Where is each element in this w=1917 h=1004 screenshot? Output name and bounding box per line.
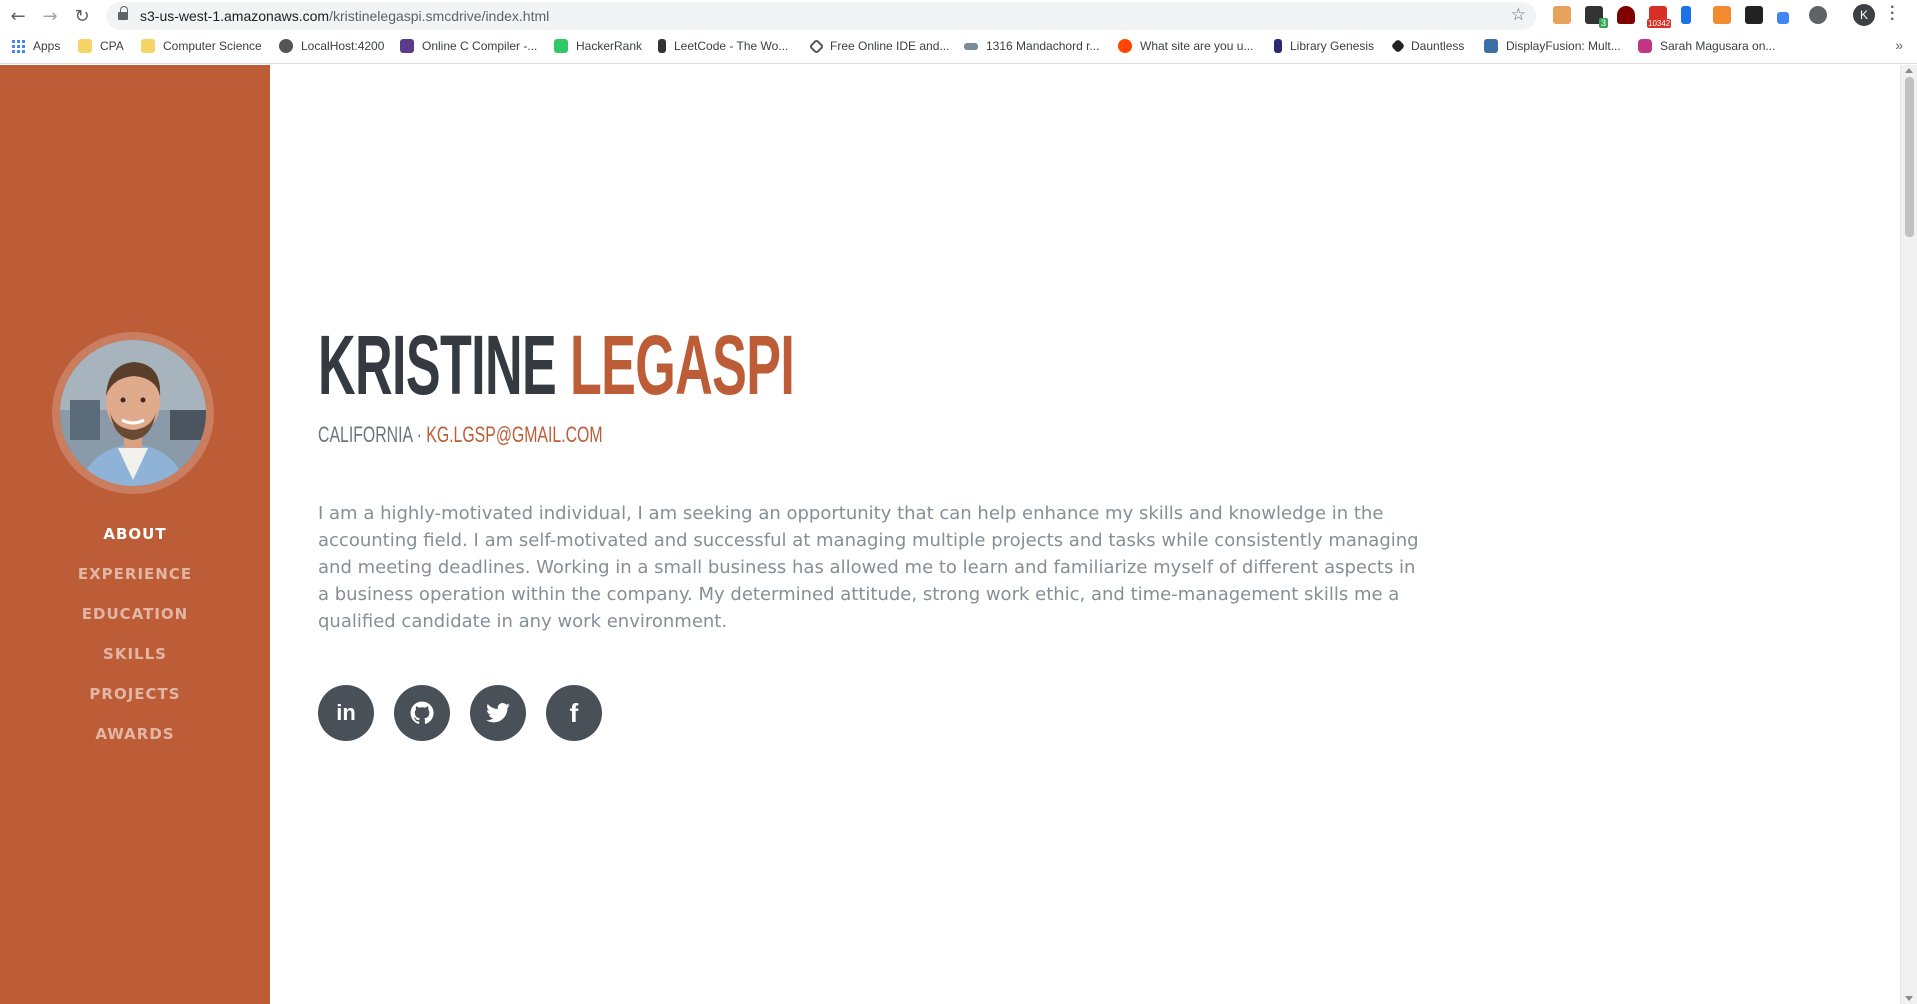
- displayfusion-icon: [1484, 39, 1498, 53]
- bookmark-instagram[interactable]: Sarah Magusara on...: [1638, 39, 1775, 53]
- hackerrank-icon: [554, 39, 568, 53]
- profile-photo: [60, 340, 206, 486]
- bookmark-free-online-ide[interactable]: Free Online IDE and...: [808, 38, 949, 54]
- url-text: s3-us-west-1.amazonaws.com/kristinelegas…: [140, 8, 550, 24]
- extension-icon[interactable]: [1745, 6, 1763, 24]
- linkedin-icon: in: [336, 700, 356, 725]
- profile-photo-image: [60, 340, 206, 486]
- bookmark-leetcode[interactable]: LeetCode - The Wo...: [658, 39, 788, 53]
- extension-icon[interactable]: [1777, 12, 1789, 24]
- extension-icon[interactable]: [1809, 6, 1827, 24]
- scroll-down-icon[interactable]: [1905, 996, 1913, 1001]
- scroll-up-icon[interactable]: [1905, 68, 1913, 73]
- reddit-icon: [1118, 39, 1132, 53]
- contact-line: CALIFORNIA · KG.LGSP@GMAIL.COM: [318, 422, 603, 448]
- email-link[interactable]: KG.LGSP@GMAIL.COM: [426, 422, 602, 447]
- mail-badge: 10342: [1647, 19, 1672, 28]
- page-viewport: ABOUT EXPERIENCE EDUCATION SKILLS PROJEC…: [0, 65, 1917, 1004]
- profile-photo-frame: [52, 332, 214, 494]
- nav-projects[interactable]: PROJECTS: [0, 674, 270, 714]
- separator: ·: [412, 422, 427, 447]
- dauntless-icon: [1390, 38, 1406, 54]
- github-button[interactable]: [394, 685, 450, 741]
- ublock-icon[interactable]: [1617, 6, 1635, 24]
- social-icons: in f: [318, 685, 602, 741]
- mandachord-icon: [964, 42, 978, 50]
- twitter-icon: [486, 703, 510, 723]
- folder-icon: [141, 39, 155, 53]
- sidebar-nav: ABOUT EXPERIENCE EDUCATION SKILLS PROJEC…: [0, 514, 270, 754]
- page-title: KRISTINE LEGASPI: [318, 323, 795, 407]
- bookmarks-bar: Apps CPA Computer Science LocalHost:4200…: [0, 31, 1917, 64]
- extension-icon[interactable]: [1713, 6, 1731, 24]
- location: CALIFORNIA: [318, 422, 413, 447]
- extension-icon[interactable]: [1553, 6, 1571, 24]
- nav-awards[interactable]: AWARDS: [0, 714, 270, 754]
- nav-experience[interactable]: EXPERIENCE: [0, 554, 270, 594]
- bookmark-mandachord[interactable]: 1316 Mandachord r...: [964, 39, 1099, 53]
- about-section: KRISTINE LEGASPI CALIFORNIA · KG.LGSP@GM…: [270, 65, 1900, 1004]
- apps-grid-icon: [12, 39, 25, 53]
- instagram-icon: [1638, 39, 1652, 53]
- linkedin-button[interactable]: in: [318, 685, 374, 741]
- profile-avatar[interactable]: K: [1853, 4, 1875, 26]
- nav-about[interactable]: ABOUT: [0, 514, 270, 554]
- facebook-icon: f: [569, 697, 579, 728]
- nav-education[interactable]: EDUCATION: [0, 594, 270, 634]
- browser-menu-icon[interactable]: · · ·: [1890, 0, 1895, 28]
- facebook-button[interactable]: f: [546, 685, 602, 741]
- bookmark-star-icon[interactable]: ☆: [1511, 5, 1526, 25]
- bookmark-localhost[interactable]: LocalHost:4200: [279, 39, 384, 53]
- ide-icon: [808, 38, 825, 54]
- last-name: LEGASPI: [569, 318, 795, 412]
- bookmark-online-c-compiler[interactable]: Online C Compiler -...: [400, 39, 537, 53]
- lock-icon: [118, 6, 128, 21]
- library-icon: [1274, 39, 1282, 53]
- nav-skills[interactable]: SKILLS: [0, 634, 270, 674]
- bookmark-library-genesis[interactable]: Library Genesis: [1274, 39, 1374, 53]
- bookmark-displayfusion[interactable]: DisplayFusion: Mult...: [1484, 39, 1621, 53]
- github-icon: [410, 701, 434, 724]
- compiler-icon: [400, 39, 414, 53]
- page-scrollbar[interactable]: [1900, 65, 1917, 1004]
- folder-icon: [78, 39, 92, 53]
- bookmark-folder-computer-science[interactable]: Computer Science: [141, 39, 262, 53]
- localhost-icon: [279, 39, 293, 53]
- bookmark-hackerrank[interactable]: HackerRank: [554, 39, 642, 53]
- bookmark-apps[interactable]: Apps: [12, 39, 60, 53]
- forward-icon[interactable]: →: [38, 4, 62, 28]
- back-icon[interactable]: ←: [6, 4, 30, 28]
- bookmark-reddit[interactable]: What site are you u...: [1118, 39, 1253, 53]
- bio-paragraph: I am a highly-motivated individual, I am…: [318, 503, 1419, 632]
- address-bar[interactable]: s3-us-west-1.amazonaws.com/kristinelegas…: [106, 2, 1536, 30]
- extension-icon[interactable]: 3: [1585, 6, 1608, 28]
- bookmark-dauntless[interactable]: Dauntless: [1390, 38, 1464, 54]
- leetcode-icon: [658, 39, 666, 53]
- first-name: KRISTINE: [318, 318, 557, 412]
- twitter-button[interactable]: [470, 685, 526, 741]
- sidebar: ABOUT EXPERIENCE EDUCATION SKILLS PROJEC…: [0, 65, 270, 1004]
- mail-icon[interactable]: 10342: [1647, 6, 1672, 28]
- bookmark-folder-cpa[interactable]: CPA: [78, 39, 124, 53]
- scrollbar-thumb[interactable]: [1905, 77, 1914, 237]
- extension-badge: 3: [1598, 18, 1608, 28]
- reload-icon[interactable]: ↻: [70, 4, 94, 28]
- extension-icon[interactable]: [1681, 6, 1691, 24]
- browser-toolbar: ← → ↻ s3-us-west-1.amazonaws.com/kristin…: [0, 0, 1917, 31]
- more-bookmarks-icon[interactable]: »: [1895, 37, 1903, 53]
